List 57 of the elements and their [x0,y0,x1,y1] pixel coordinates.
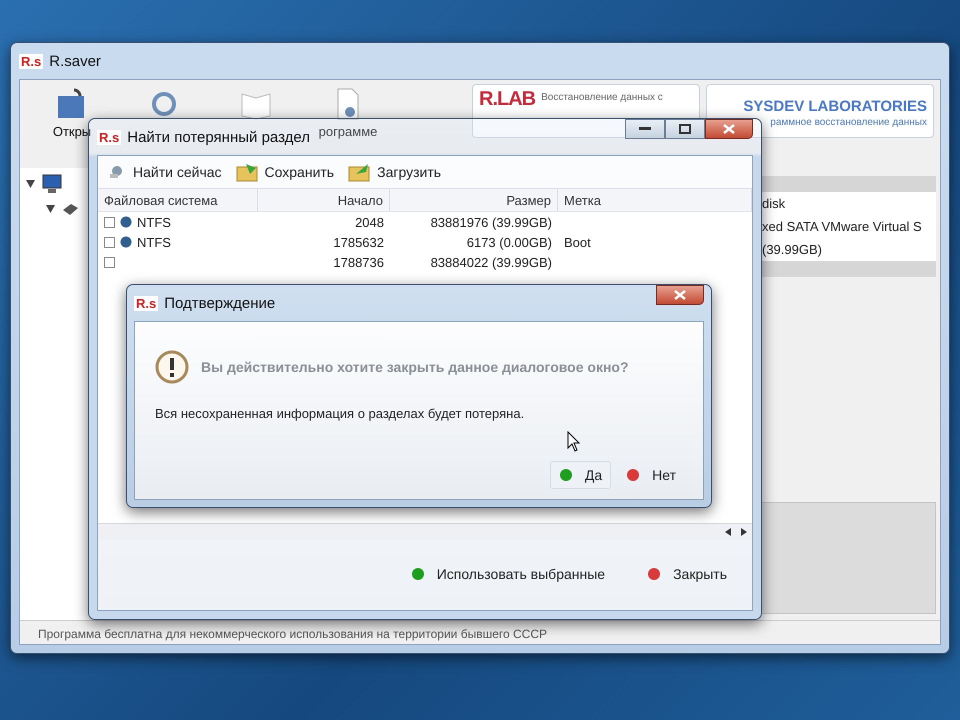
toolbar-label[interactable]: рограмме [318,124,378,139]
maximize-icon [679,124,691,134]
left-arrow-icon[interactable] [725,528,731,536]
partition-dot-icon [120,216,132,228]
column-header[interactable]: Начало [258,189,390,211]
folder-icon [236,162,260,182]
expand-arrow-icon[interactable] [46,205,55,213]
close-icon [723,124,735,134]
folder-icon [348,162,372,182]
app-logo: R.s [97,130,122,144]
message-text: Вся несохраненная информация о разделах будет потеряна. [155,406,526,421]
maximize-button[interactable] [665,119,705,139]
minimize-button[interactable] [625,119,665,139]
table-cell: 83881976 (39.99GB) [430,214,552,230]
table-cell: NTFS [137,214,171,230]
window-title: Найти потерянный раздел [127,128,310,146]
horizontal-scrollbar[interactable] [98,523,752,540]
table-cell: 6173 (0.00GB) [466,234,552,250]
expand-arrow-icon[interactable] [26,180,35,188]
window-title: Подтверждение [164,294,276,312]
disk-info-text: (39.99GB) [762,242,823,257]
app-logo: R.s [134,296,158,310]
toolbar-button[interactable]: Сохранить [236,162,334,182]
checkbox[interactable] [104,256,115,268]
cursor-icon [567,431,581,453]
dialog-button[interactable]: Нет [617,461,685,489]
dialog-button[interactable]: Да [550,461,612,489]
table-cell: 2048 [355,214,384,230]
checkbox[interactable] [104,216,115,228]
close-button[interactable] [705,119,753,139]
checkbox[interactable] [104,236,115,248]
table-cell: 1785632 [333,234,384,250]
column-header[interactable]: Файловая система [98,189,258,211]
table-cell: 1788736 [333,254,384,270]
warning-icon [155,350,189,384]
table-cell: 83884022 (39.99GB) [430,254,552,270]
table-cell: Boot [564,234,591,250]
close-icon [674,290,686,300]
disk-info-text: xed SATA VMware Virtual S [762,219,923,234]
toolbar-button[interactable]: Загрузить [348,162,442,182]
dialog-button[interactable]: Использовать выбранные [402,560,614,588]
lab-logo: SYSDEV LABORATORIES раммное восстановление данных [706,84,934,138]
right-arrow-icon[interactable] [741,528,747,536]
toolbar-button[interactable]: Найти сейчас [108,163,222,181]
table-cell: NTFS [137,234,171,250]
app-logo: R.s [19,54,44,68]
column-header[interactable]: Размер [390,189,558,211]
partition-dot-icon [120,236,132,248]
close-button[interactable] [656,285,704,305]
status-text: Программа бесплатна для некоммерческого использования на территории бывшего СССР [38,627,547,641]
question-text: Вы действительно хотите закрыть данное диалоговое окно? [201,359,629,375]
disk-info-text: disk [762,196,786,211]
dialog-button[interactable]: Закрыть [638,560,736,588]
computer-icon [41,174,63,194]
window-title: R.saver [49,52,101,70]
column-header[interactable]: Метка [558,189,752,211]
minimize-icon [639,127,651,131]
